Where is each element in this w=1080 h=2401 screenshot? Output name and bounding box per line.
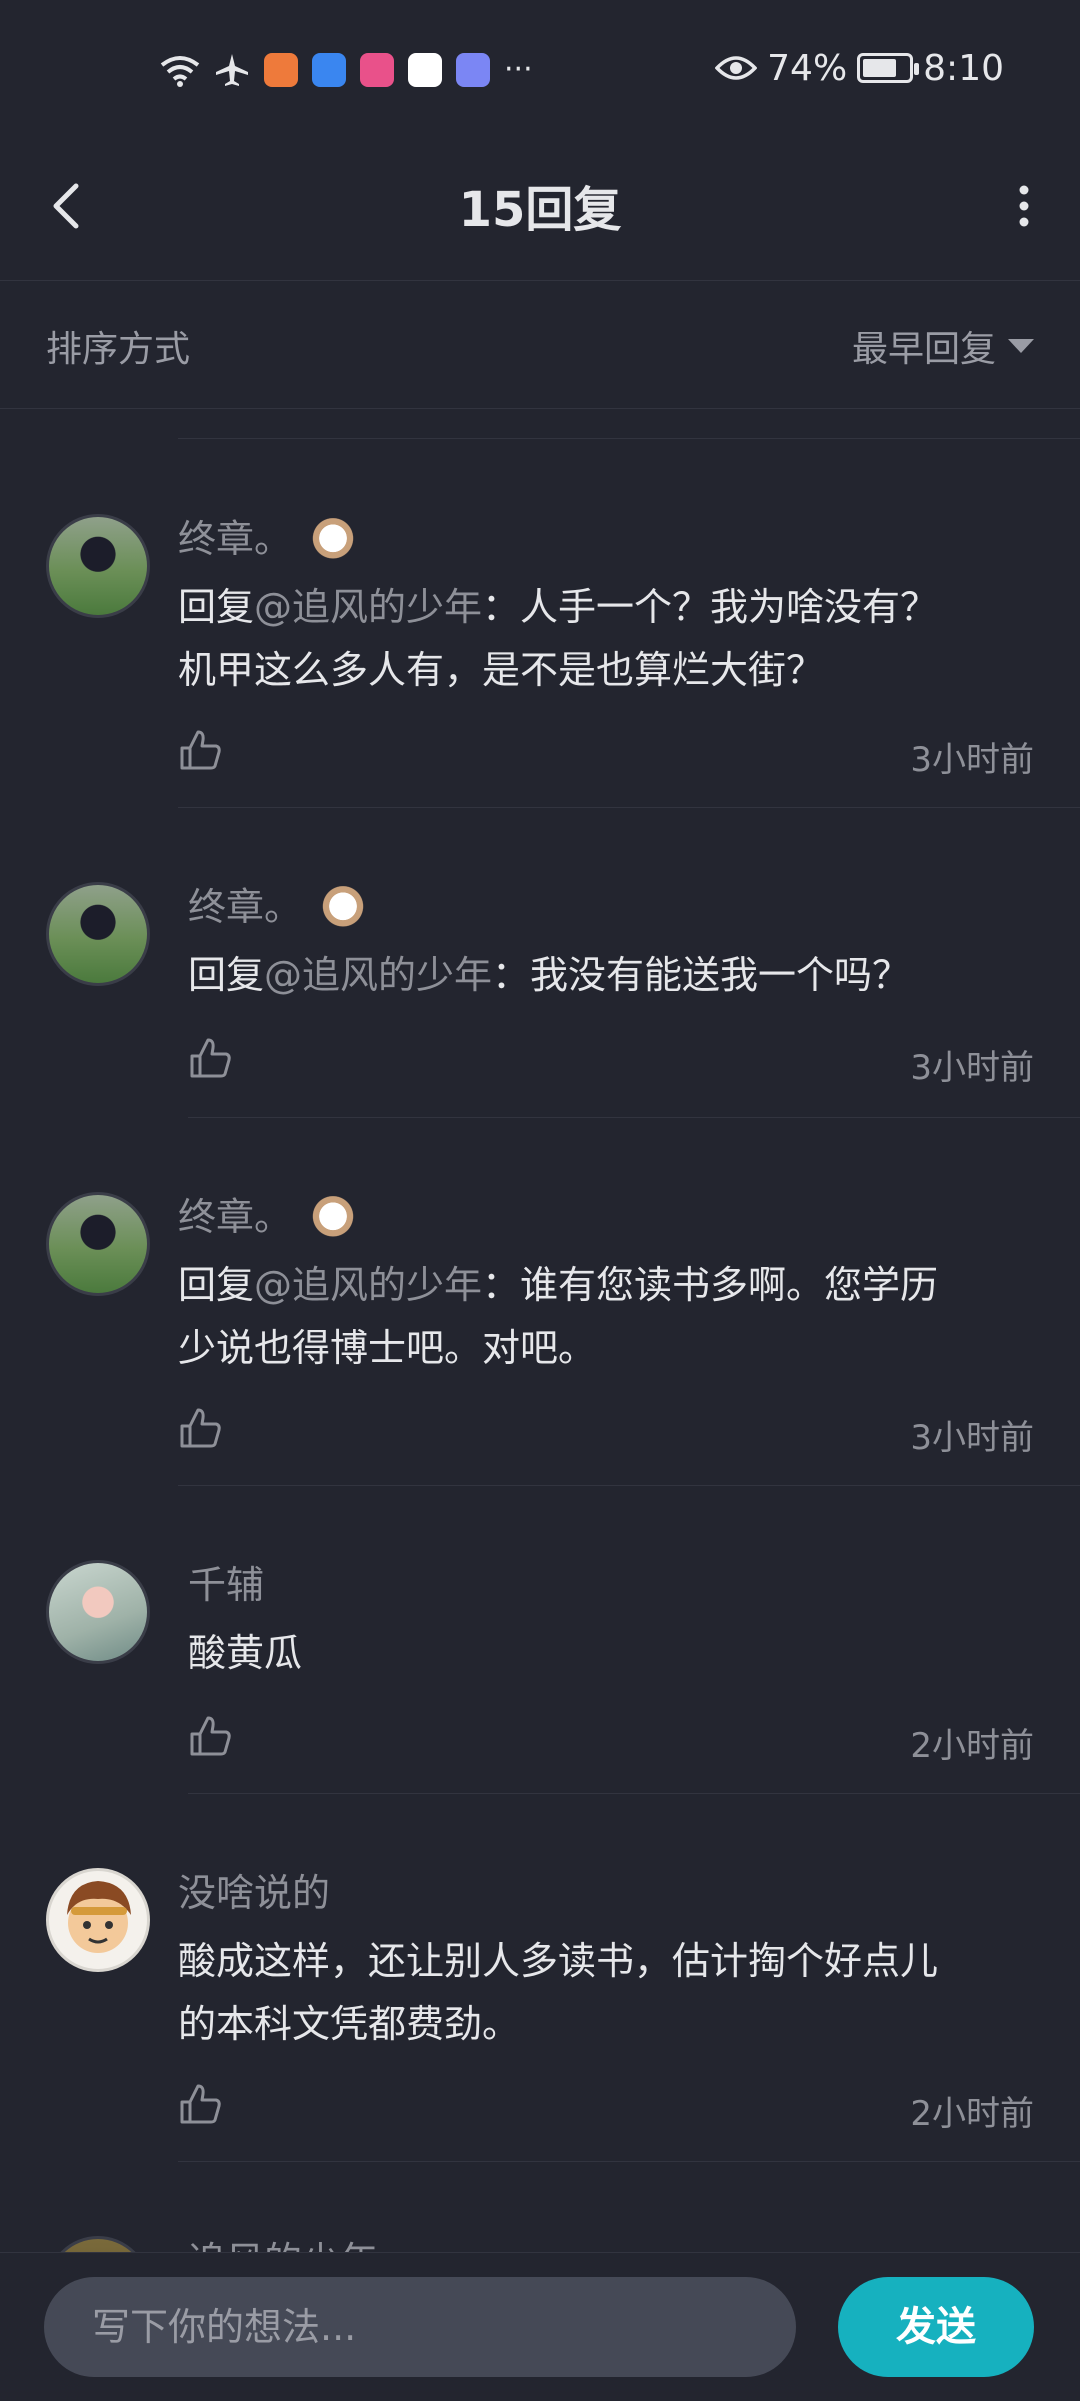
comment-body-line1: ：人手一个？我为啥没有？ (482, 585, 939, 629)
top-app-bar: 15回复 (0, 138, 1080, 281)
status-icons: ··· (160, 48, 533, 92)
reply-prefix: 回复 (178, 1263, 255, 1307)
comment-text: 回复@追风的少年：我没有能送我一个吗？ (188, 944, 1032, 1007)
comment-text: 回复@追风的少年：谁有您读书多啊。您学历少说也得博士吧。对吧。 (178, 1254, 1032, 1380)
comment-text: 回复@追风的少年：人手一个？我为啥没有？ 机甲这么多人有，是不是也算烂大街？ (178, 576, 1032, 702)
avatar[interactable] (46, 1560, 150, 1664)
sort-label: 排序方式 (46, 329, 191, 370)
comment-time: 2小时前 (910, 2094, 1034, 2134)
comment-body-line2: 机甲这么多人有，是不是也算烂大街？ (178, 648, 825, 692)
comment-author[interactable]: 终章。 (188, 876, 367, 931)
mention-link[interactable]: @追风的少年 (264, 953, 492, 997)
fan-badge-icon (310, 1190, 357, 1237)
comment-author[interactable]: 追风的少年 (188, 2230, 378, 2252)
thumbs-up-icon[interactable] (178, 2082, 222, 2126)
thumbs-up-icon[interactable] (178, 1406, 222, 1450)
comment-author[interactable]: 终章。 (178, 508, 357, 563)
comment-text: 酸黄瓜 (188, 1622, 1032, 1685)
more-dots-icon: ··· (504, 52, 533, 87)
comment-item: 千辅 酸黄瓜 2小时前 (0, 1486, 1080, 1794)
comment-body-line1: ：谁有您读书多啊。您学历 (482, 1263, 939, 1307)
fan-badge-icon (320, 880, 367, 927)
sort-value: 最早回复 (851, 329, 996, 370)
divider (178, 438, 1080, 439)
comment-author[interactable]: 没啥说的 (178, 1862, 330, 1917)
comment-time: 3小时前 (910, 1048, 1034, 1088)
comment-item: 终章。 回复@追风的少年：我没有能送我一个吗？ 3小时前 (0, 808, 1080, 1118)
comment-body-line1: 酸成这样，还让别人多读书，估计掏个好点儿 (178, 1939, 939, 1983)
comment-body-line1: ：我没有能送我一个吗？ (492, 953, 911, 997)
caret-down-icon (1008, 339, 1034, 353)
status-right: 74% 8:10 (715, 40, 1004, 96)
battery-fill (863, 59, 897, 77)
comment-item: 终章。 回复@追风的少年：谁有您读书多啊。您学历少说也得博士吧。对吧。 3小时前 (0, 1118, 1080, 1486)
mention-link[interactable]: @追风的少年 (254, 1263, 482, 1307)
reply-prefix: 回复 (178, 585, 255, 629)
status-bar: ··· 74% 8:10 (0, 0, 1080, 138)
sort-dropdown[interactable]: 最早回复 (852, 320, 1034, 372)
thumbs-up-icon[interactable] (188, 1036, 232, 1080)
avatar[interactable] (46, 882, 150, 986)
wifi-icon (160, 56, 200, 87)
airplane-icon (216, 54, 248, 86)
fan-badge-icon (310, 512, 357, 559)
author-name: 终章。 (178, 517, 293, 561)
send-button[interactable]: 发送 (838, 2277, 1034, 2377)
music-app-icon (456, 53, 490, 87)
health-app-icon (264, 53, 298, 87)
more-options-icon[interactable] (1004, 176, 1044, 236)
comment-item: 追风的少年 (0, 2162, 1080, 2252)
reply-prefix: 回复 (188, 953, 265, 997)
comment-item: 终章。 回复@追风的少年：人手一个？我为啥没有？ 机甲这么多人有，是不是也算烂大街… (0, 480, 1080, 808)
comment-body-line2: 的本科文凭都费劲。 (178, 2002, 521, 2046)
eye-icon (715, 56, 758, 80)
thumbs-up-icon[interactable] (178, 728, 222, 772)
clock: 8:10 (923, 47, 1004, 89)
comment-body-line1: 酸黄瓜 (188, 1631, 303, 1675)
avatar[interactable] (46, 2236, 150, 2252)
browser-app-icon (408, 53, 442, 87)
reply-input[interactable]: 写下你的想法... (44, 2277, 796, 2377)
mention-link[interactable]: @追风的少年 (254, 585, 482, 629)
comment-item: 没啥说的 酸成这样，还让别人多读书，估计掏个好点儿 的本科文凭都费劲。 2小时前 (0, 1794, 1080, 2162)
cartoon-avatar-icon (67, 1881, 131, 1953)
reply-input-bar: 写下你的想法... 发送 (0, 2252, 1080, 2401)
avatar[interactable] (46, 1868, 150, 1972)
author-name: 追风的少年 (188, 2230, 378, 2252)
comment-time: 2小时前 (910, 1726, 1034, 1766)
comment-author[interactable]: 终章。 (178, 1186, 357, 1241)
comment-time: 3小时前 (910, 740, 1034, 780)
author-name: 终章。 (178, 1195, 293, 1239)
battery-percent: 74% (767, 47, 848, 89)
cloud-app-icon (312, 53, 346, 87)
sort-bar: 排序方式 最早回复 (0, 280, 1080, 409)
comment-author[interactable]: 千辅 (188, 1554, 264, 1609)
author-name: 终章。 (188, 885, 303, 929)
battery-icon (857, 53, 920, 83)
page-title: 15回复 (458, 182, 622, 238)
avatar[interactable] (46, 514, 150, 618)
thumbs-up-icon[interactable] (188, 1714, 232, 1758)
author-name: 没啥说的 (178, 1871, 331, 1915)
author-name: 千辅 (188, 1563, 265, 1607)
avatar[interactable] (46, 1192, 150, 1296)
comment-time: 3小时前 (910, 1418, 1034, 1458)
bilibili-app-icon (360, 53, 394, 87)
comment-body-line2: 少说也得博士吧。对吧。 (178, 1326, 597, 1370)
comment-text: 酸成这样，还让别人多读书，估计掏个好点儿 的本科文凭都费劲。 (178, 1930, 1032, 2056)
